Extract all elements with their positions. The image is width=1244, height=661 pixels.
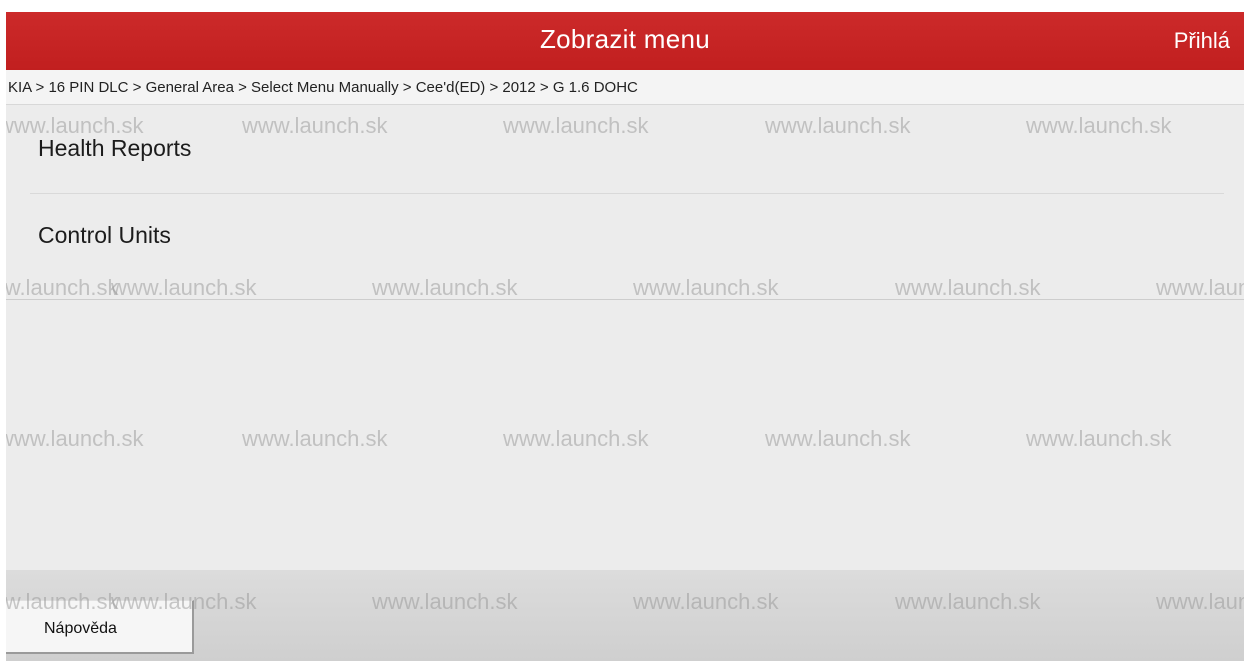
menu-item-label: Control Units: [38, 222, 171, 248]
watermark-divider: [6, 299, 1244, 300]
help-button[interactable]: Nápověda: [6, 600, 194, 654]
watermark: www.launch.sk: [6, 426, 144, 451]
page-title: Zobrazit menu: [539, 24, 711, 54]
watermark: www.launch.sk: [1026, 426, 1172, 451]
watermark: www.launch.sk: [765, 426, 911, 451]
menu-item-control-units[interactable]: Control Units: [6, 194, 1244, 282]
app-screen: Zobrazit menu Přihlá KIA > 16 PIN DLC > …: [6, 12, 1244, 661]
title-bar: Zobrazit menu Přihlá: [6, 12, 1244, 70]
breadcrumb-text: KIA > 16 PIN DLC > General Area > Select…: [8, 79, 638, 96]
help-button-label: Nápověda: [44, 620, 117, 637]
menu-item-label: Health Reports: [38, 135, 192, 161]
login-button[interactable]: Přihlá: [1174, 28, 1230, 54]
menu-item-health-reports[interactable]: Health Reports: [30, 105, 1224, 194]
watermark: www.launch.sk: [503, 426, 649, 451]
menu-list: Health Reports Control Units: [6, 105, 1244, 282]
watermark: www.launch.sk: [242, 426, 388, 451]
breadcrumb: KIA > 16 PIN DLC > General Area > Select…: [6, 70, 1244, 105]
